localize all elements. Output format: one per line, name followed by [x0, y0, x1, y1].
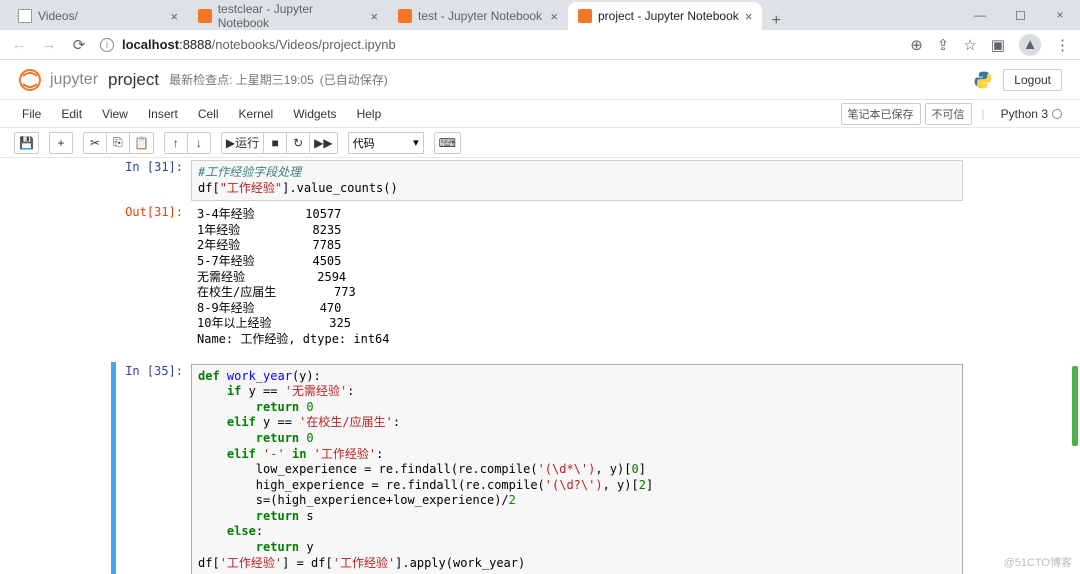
- cut-button[interactable]: ✂: [83, 132, 107, 154]
- code-input[interactable]: #工作经验字段处理 df["工作经验"].value_counts(): [191, 160, 963, 201]
- browser-tab[interactable]: test - Jupyter Notebook ×: [388, 2, 568, 30]
- jupyter-logo-icon: [18, 68, 42, 92]
- paste-button[interactable]: 📋: [129, 132, 154, 154]
- command-palette-button[interactable]: ⌨: [434, 132, 461, 154]
- kernel-indicator[interactable]: Python 3: [995, 107, 1068, 121]
- jupyter-icon: [578, 9, 592, 23]
- menu-help[interactable]: Help: [347, 103, 392, 125]
- cell-output: 3-4年经验 10577 1年经验 8235 2年经验 7785 5-7年经验 …: [191, 205, 963, 349]
- browser-tab-active[interactable]: project - Jupyter Notebook ×: [568, 2, 762, 30]
- code-cell[interactable]: In [31]: #工作经验字段处理 df["工作经验"].value_coun…: [117, 158, 963, 203]
- notebook-area[interactable]: In [31]: #工作经验字段处理 df["工作经验"].value_coun…: [0, 158, 1080, 574]
- back-icon[interactable]: ←: [10, 36, 28, 53]
- kebab-menu-icon[interactable]: ⋮: [1055, 36, 1070, 54]
- tab-label: project - Jupyter Notebook: [598, 9, 739, 23]
- close-icon[interactable]: ×: [745, 9, 753, 24]
- browser-actions: ⊕ ⇪ ☆ ▣ ▲ ⋮: [910, 34, 1070, 56]
- menu-kernel[interactable]: Kernel: [229, 103, 284, 125]
- avatar[interactable]: ▲: [1019, 34, 1041, 56]
- url-path: /notebooks/Videos/project.ipynb: [212, 37, 396, 52]
- tab-label: Videos/: [38, 9, 78, 23]
- folder-icon: [18, 9, 32, 23]
- restart-run-all-button[interactable]: ▶▶: [309, 132, 337, 154]
- search-icon[interactable]: ⊕: [910, 36, 923, 54]
- new-tab-button[interactable]: +: [762, 12, 790, 30]
- url-host: localhost:8888: [122, 37, 212, 52]
- browser-tab-strip: Videos/ × testclear - Jupyter Notebook ×…: [0, 0, 1080, 30]
- python-icon: [973, 70, 993, 90]
- saved-badge: 笔记本已保存: [841, 103, 921, 125]
- menu-cell[interactable]: Cell: [188, 103, 229, 125]
- code-input[interactable]: def work_year(y): if y == '无需经验': return…: [191, 364, 963, 574]
- brand-label: jupyter: [50, 71, 98, 89]
- menu-insert[interactable]: Insert: [138, 103, 188, 125]
- move-down-button[interactable]: ↓: [187, 132, 211, 154]
- trust-badge[interactable]: 不可信: [925, 103, 972, 125]
- notebook-name[interactable]: project: [108, 70, 159, 90]
- scrollbar[interactable]: [1072, 366, 1078, 446]
- notebook-header: jupyter project 最新检查点: 上星期三19:05 (已自动保存)…: [0, 60, 1080, 100]
- interrupt-button[interactable]: ■: [263, 132, 287, 154]
- move-up-button[interactable]: ↑: [164, 132, 188, 154]
- bookmark-icon[interactable]: ☆: [963, 36, 976, 54]
- forward-icon[interactable]: →: [40, 36, 58, 53]
- copy-button[interactable]: ⎘: [106, 132, 130, 154]
- menu-widgets[interactable]: Widgets: [283, 103, 346, 125]
- checkpoint-label: 最新检查点: 上星期三19:05: [169, 71, 314, 88]
- chevron-down-icon: ▾: [413, 136, 419, 149]
- panel-icon[interactable]: ▣: [991, 36, 1005, 54]
- autosave-label: (已自动保存): [320, 71, 388, 88]
- tab-label: test - Jupyter Notebook: [418, 9, 542, 23]
- menu-bar: File Edit View Insert Cell Kernel Widget…: [0, 100, 1080, 128]
- jupyter-icon: [398, 9, 412, 23]
- window-controls: — ×: [960, 0, 1080, 30]
- jupyter-icon: [198, 9, 212, 23]
- cell-type-select[interactable]: 代码▾: [348, 132, 424, 154]
- share-icon[interactable]: ⇪: [937, 36, 950, 54]
- tab-label: testclear - Jupyter Notebook: [218, 2, 365, 30]
- input-prompt: In [35]:: [117, 364, 191, 574]
- url-input[interactable]: i localhost:8888/notebooks/Videos/projec…: [100, 37, 898, 52]
- menu-file[interactable]: File: [12, 103, 51, 125]
- browser-tab[interactable]: Videos/ ×: [8, 2, 188, 30]
- input-prompt: In [31]:: [117, 160, 191, 201]
- close-window-button[interactable]: ×: [1040, 1, 1080, 29]
- kernel-status-icon: [1052, 109, 1062, 119]
- close-icon[interactable]: ×: [170, 9, 178, 24]
- browser-tab[interactable]: testclear - Jupyter Notebook ×: [188, 2, 388, 30]
- toolbar: 💾 + ✂ ⎘ 📋 ↑ ↓ ▶ 运行 ■ ↻ ▶▶ 代码▾ ⌨: [0, 128, 1080, 158]
- maximize-button[interactable]: [1000, 1, 1040, 29]
- browser-address-bar: ← → ⟳ i localhost:8888/notebooks/Videos/…: [0, 30, 1080, 60]
- code-cell-selected[interactable]: In [35]: def work_year(y): if y == '无需经验…: [117, 362, 963, 574]
- menu-view[interactable]: View: [92, 103, 138, 125]
- reload-icon[interactable]: ⟳: [70, 36, 88, 54]
- restart-button[interactable]: ↻: [286, 132, 310, 154]
- close-icon[interactable]: ×: [370, 9, 378, 24]
- minimize-button[interactable]: —: [960, 1, 1000, 29]
- add-cell-button[interactable]: +: [49, 132, 73, 154]
- output-prompt: Out[31]:: [117, 205, 191, 349]
- save-button[interactable]: 💾: [14, 132, 39, 154]
- output-cell: Out[31]: 3-4年经验 10577 1年经验 8235 2年经验 778…: [117, 203, 963, 351]
- run-button[interactable]: ▶ 运行: [221, 132, 264, 154]
- logout-button[interactable]: Logout: [1003, 69, 1062, 91]
- site-info-icon[interactable]: i: [100, 38, 114, 52]
- menu-edit[interactable]: Edit: [51, 103, 92, 125]
- close-icon[interactable]: ×: [550, 9, 558, 24]
- watermark: @51CTO博客: [1004, 554, 1072, 570]
